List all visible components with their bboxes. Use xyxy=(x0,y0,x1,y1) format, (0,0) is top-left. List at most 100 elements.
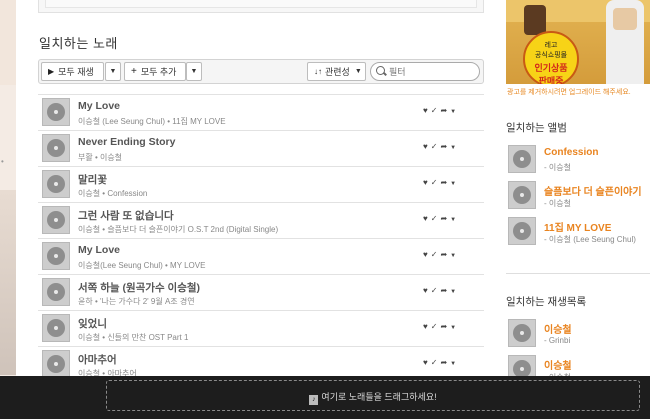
share-icon[interactable]: ➦ xyxy=(440,106,450,115)
album-art-thumbnail xyxy=(508,181,536,209)
albums-heading: 일치하는 앨범 xyxy=(506,122,567,134)
song-title[interactable]: Never Ending Story xyxy=(78,136,175,148)
song-row[interactable]: 서쪽 하늘 (원곡가수 이승철) 윤하 • '나는 가수다 2' 9월 A조 경연… xyxy=(38,274,484,310)
chevron-down-icon[interactable]: ▼ xyxy=(450,253,459,259)
song-actions: ♥✓➦▼ xyxy=(423,178,459,187)
share-icon[interactable]: ➦ xyxy=(440,178,450,187)
share-icon[interactable]: ➦ xyxy=(440,142,450,151)
heart-icon[interactable]: ♥ xyxy=(423,322,431,331)
chevron-down-icon[interactable]: ▼ xyxy=(450,145,459,151)
check-icon[interactable]: ✓ xyxy=(431,214,441,223)
song-artist-album[interactable]: 이승철 • 슬픔보다 더 슬픈이야기 O.S.T 2nd (Digital Si… xyxy=(78,224,278,235)
ad-line2: 공식쇼핑몰 xyxy=(534,52,568,59)
song-row[interactable]: 말리꽃 이승철 • Confession ♥✓➦▼ xyxy=(38,166,484,202)
album-art-thumbnail xyxy=(42,206,70,234)
song-title[interactable]: 서쪽 하늘 (원곡가수 이승철) xyxy=(78,280,200,295)
song-row[interactable]: My Love 이승철 (Lee Seung Chul) • 11집 MY LOV… xyxy=(38,94,484,130)
album-art-thumbnail xyxy=(42,98,70,126)
album-art-thumbnail xyxy=(508,319,536,347)
top-panel-edge xyxy=(38,0,484,13)
chevron-down-icon[interactable]: ▼ xyxy=(450,361,459,367)
check-icon[interactable]: ✓ xyxy=(431,142,441,151)
play-all-label: 모두 재생 xyxy=(58,67,94,77)
song-artist-album[interactable]: 이승철 • Confession xyxy=(78,188,147,199)
sort-button[interactable]: ↓↑ 관련성 ▼ xyxy=(307,62,366,81)
chevron-down-icon[interactable]: ▼ xyxy=(450,181,459,187)
heart-icon[interactable]: ♥ xyxy=(423,286,431,295)
song-row[interactable]: My Love 이승철(Lee Seung Chul) • MY LOVE ♥✓➦▼ xyxy=(38,238,484,274)
chevron-down-icon[interactable]: ▼ xyxy=(450,217,459,223)
chevron-down-icon[interactable]: ▼ xyxy=(450,289,459,295)
ad-line3: 인기상품 xyxy=(534,63,568,73)
drop-zone[interactable]: ♪ 여기로 노래들을 드래그하세요! xyxy=(106,380,640,411)
album-item[interactable]: Confession - 이승철 xyxy=(508,143,650,175)
heart-icon[interactable]: ♥ xyxy=(423,214,431,223)
song-actions: ♥✓➦▼ xyxy=(423,214,459,223)
share-icon[interactable]: ➦ xyxy=(440,322,450,331)
heart-icon[interactable]: ♥ xyxy=(423,358,431,367)
song-artist-album[interactable]: 이승철(Lee Seung Chul) • MY LOVE xyxy=(78,260,205,271)
share-icon[interactable]: ➦ xyxy=(440,286,450,295)
music-note-icon: ♪ xyxy=(309,395,319,405)
search-icon xyxy=(376,66,385,75)
song-toolbar: ▶ 모두 재생 ▼ + 모두 추가 ▼ ↓↑ 관련성 ▼ xyxy=(38,59,484,84)
album-item[interactable]: 슬픔보다 더 슬픈이야기 - 이승철 xyxy=(508,179,650,211)
add-all-dropdown[interactable]: ▼ xyxy=(186,62,202,81)
song-title[interactable]: My Love xyxy=(78,100,120,112)
item-title[interactable]: 11집 MY LOVE xyxy=(544,219,611,234)
song-row[interactable]: Never Ending Story 부활 • 이승철 ♥✓➦▼ xyxy=(38,130,484,166)
check-icon[interactable]: ✓ xyxy=(431,178,441,187)
album-item[interactable]: 11집 MY LOVE - 이승철 (Lee Seung Chul) xyxy=(508,215,650,247)
ad-banner[interactable]: 레고 공식쇼핑몰 인기상품 판매중 xyxy=(506,0,650,84)
song-row[interactable]: 잊었니 이승철 • 신들의 만찬 OST Part 1 ♥✓➦▼ xyxy=(38,310,484,346)
song-title[interactable]: 그런 사람 또 없습니다 xyxy=(78,208,174,223)
heart-icon[interactable]: ♥ xyxy=(423,106,431,115)
item-title[interactable]: 이승철 xyxy=(544,321,572,336)
song-artist-album[interactable]: 윤하 • '나는 가수다 2' 9월 A조 경연 xyxy=(78,296,195,307)
check-icon[interactable]: ✓ xyxy=(431,322,441,331)
filter-input[interactable] xyxy=(370,62,480,81)
item-subtitle: - 이승철 (Lee Seung Chul) xyxy=(544,235,636,244)
song-row[interactable]: 그런 사람 또 없습니다 이승철 • 슬픔보다 더 슬픈이야기 O.S.T 2nd… xyxy=(38,202,484,238)
chevron-down-icon[interactable]: ▼ xyxy=(450,109,459,115)
check-icon[interactable]: ✓ xyxy=(431,286,441,295)
album-art-thumbnail xyxy=(42,278,70,306)
ad-remove-link[interactable]: 광고를 제거하시려면 업그레이드 해주세요. xyxy=(507,87,631,97)
item-title[interactable]: Confession xyxy=(544,147,598,158)
drop-zone-text: ♪ 여기로 노래들을 드래그하세요! xyxy=(107,390,639,405)
album-art-thumbnail xyxy=(42,134,70,162)
add-all-button[interactable]: + 모두 추가 xyxy=(124,62,186,81)
item-title[interactable]: 이승철 xyxy=(544,357,572,372)
chevron-down-icon: ▼ xyxy=(190,68,198,75)
item-subtitle: - 이승철 xyxy=(544,163,571,172)
check-icon[interactable]: ✓ xyxy=(431,250,441,259)
song-title[interactable]: 말리꽃 xyxy=(78,172,107,187)
song-artist-album[interactable]: 이승철 • 신들의 만찬 OST Part 1 xyxy=(78,332,188,343)
play-all-dropdown[interactable]: ▼ xyxy=(105,62,121,81)
heart-icon[interactable]: ♥ xyxy=(423,178,431,187)
share-icon[interactable]: ➦ xyxy=(440,250,450,259)
left-image-block-bottom xyxy=(0,190,16,375)
play-all-button[interactable]: ▶ 모두 재생 xyxy=(41,62,104,81)
check-icon[interactable]: ✓ xyxy=(431,106,441,115)
ad-line4: 판매중 xyxy=(538,76,564,84)
share-icon[interactable]: ➦ xyxy=(440,214,450,223)
chevron-down-icon[interactable]: ▼ xyxy=(450,325,459,331)
check-icon[interactable]: ✓ xyxy=(431,358,441,367)
song-artist-album[interactable]: 부활 • 이승철 xyxy=(78,152,122,163)
song-title[interactable]: My Love xyxy=(78,244,120,256)
heart-icon[interactable]: ♥ xyxy=(423,250,431,259)
playlists-heading: 일치하는 재생목록 xyxy=(506,296,587,308)
song-title[interactable]: 잊었니 xyxy=(78,316,107,331)
drag-bar: ♪ 여기로 노래들을 드래그하세요! xyxy=(0,376,650,419)
song-actions: ♥✓➦▼ xyxy=(423,250,459,259)
item-title[interactable]: 슬픔보다 더 슬픈이야기 xyxy=(544,183,642,198)
heart-icon[interactable]: ♥ xyxy=(423,142,431,151)
chevron-down-icon: ▼ xyxy=(109,68,117,75)
song-title[interactable]: 아마추어 xyxy=(78,352,117,367)
item-subtitle: - Grinbi xyxy=(544,336,571,345)
item-subtitle: - 이승철 xyxy=(544,199,571,208)
playlist-item[interactable]: 이승철 - Grinbi xyxy=(508,317,650,349)
share-icon[interactable]: ➦ xyxy=(440,358,450,367)
song-artist-album[interactable]: 이승철 (Lee Seung Chul) • 11집 MY LOVE xyxy=(78,116,226,127)
